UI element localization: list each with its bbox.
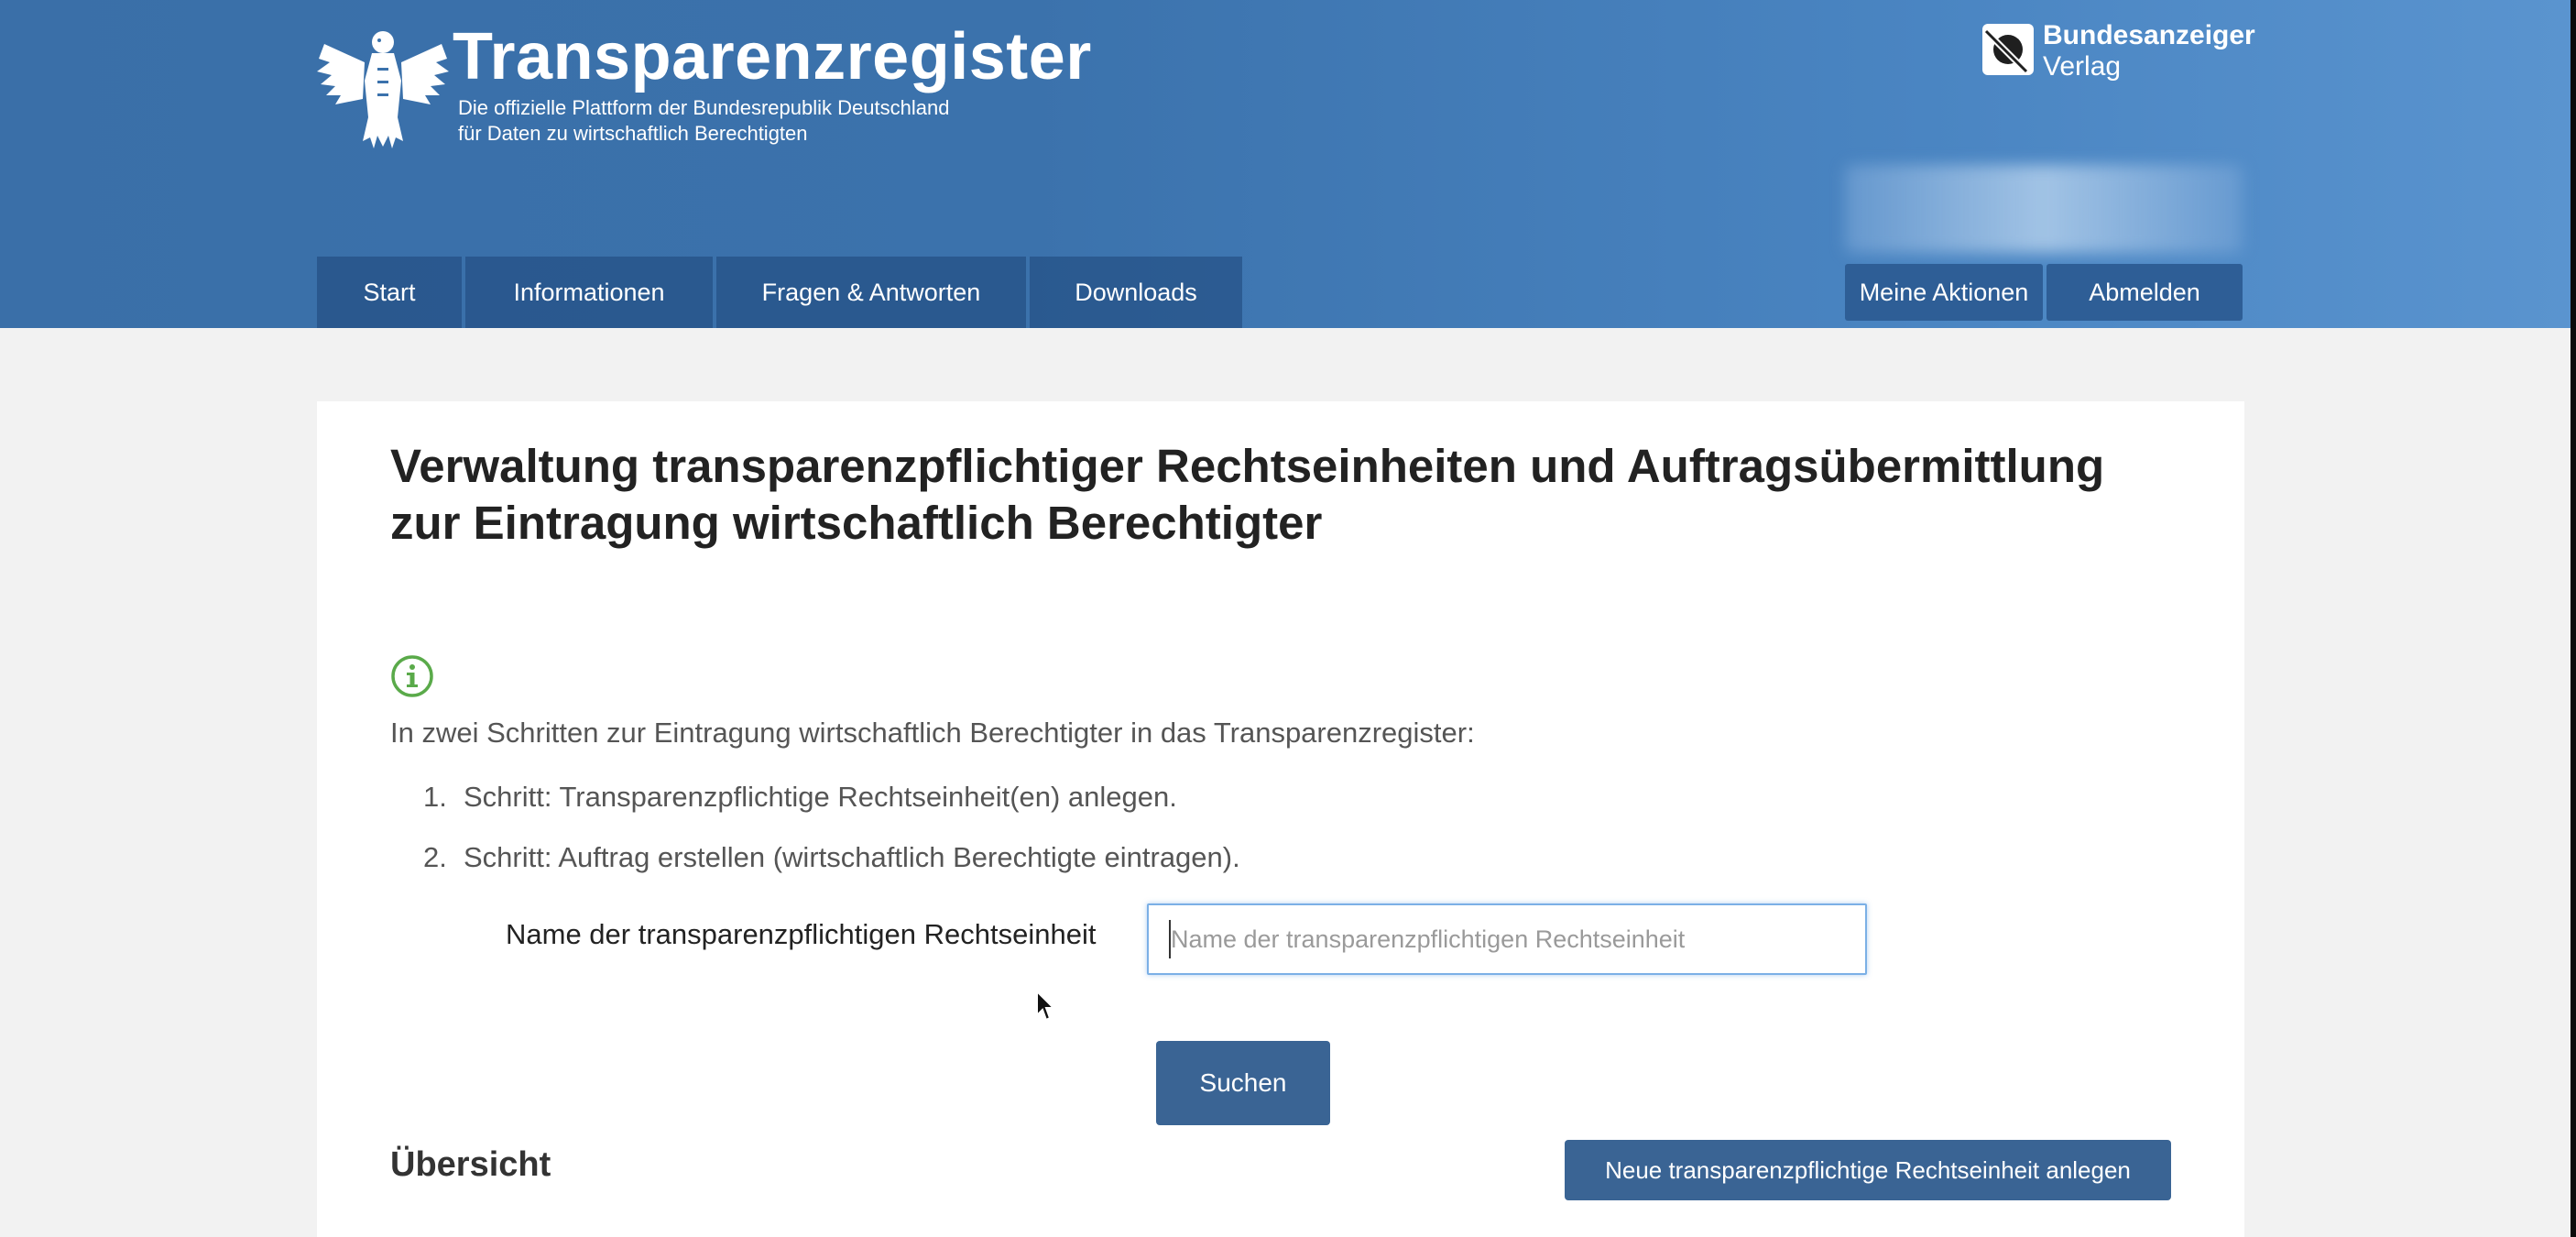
entity-name-input[interactable] [1147, 903, 1867, 975]
nav-start[interactable]: Start [317, 257, 462, 328]
step-text: Schritt: Transparenzpflichtige Rechtsein… [464, 781, 1177, 813]
browser-viewport: Transparenzregister Die offizielle Platt… [0, 0, 2571, 1237]
bundesanzeiger-logo-icon[interactable] [1981, 22, 2036, 77]
search-button[interactable]: Suchen [1156, 1041, 1330, 1125]
list-item: 2. Schritt: Auftrag erstellen (wirtschaft… [423, 839, 1240, 900]
site-header: Transparenzregister Die offizielle Platt… [0, 0, 2571, 328]
page-title: Verwaltung transparenzpflichtiger Rechts… [390, 440, 2105, 549]
brand-subtitle-line2: für Daten zu wirtschaftlich Berechtigten [458, 122, 808, 145]
list-item: 1. Schritt: Transparenzpflichtige Rechtse… [423, 779, 1240, 839]
window-edge [2571, 0, 2576, 1237]
step-number: 2. [423, 841, 447, 873]
steps-list: 1. Schritt: Transparenzpflichtige Rechtse… [423, 779, 1240, 900]
user-info-redacted [1845, 165, 2243, 253]
brand-subtitle-line1: Die offizielle Plattform der Bundesrepub… [458, 96, 950, 119]
brand-title[interactable]: Transparenzregister [453, 20, 1092, 93]
publisher-name: Bundesanzeiger Verlag [2043, 20, 2255, 82]
logout-button[interactable]: Abmelden [2047, 264, 2243, 321]
intro-text: In zwei Schritten zur Eintragung wirtsch… [390, 717, 1475, 749]
mouse-pointer-icon [1036, 990, 1056, 1022]
step-number: 1. [423, 781, 447, 813]
publisher-line1: Bundesanzeiger [2043, 20, 2255, 50]
info-icon [391, 655, 433, 697]
publisher-line2: Verlag [2043, 51, 2122, 82]
content-card: Verwaltung transparenzpflichtiger Rechts… [317, 401, 2244, 1237]
nav-fragen-antworten[interactable]: Fragen & Antworten [716, 257, 1026, 328]
federal-eagle-logo [317, 31, 449, 148]
brand-subtitle: Die offizielle Plattform der Bundesrepub… [458, 95, 949, 147]
step-text: Schritt: Auftrag erstellen (wirtschaftli… [464, 841, 1240, 873]
nav-informationen[interactable]: Informationen [465, 257, 713, 328]
text-caret [1169, 920, 1171, 958]
entity-name-label: Name der transparenzpflichtigen Rechtsei… [506, 918, 1097, 950]
new-entity-button[interactable]: Neue transparenzpflichtige Rechtseinheit… [1565, 1140, 2171, 1200]
my-actions-button[interactable]: Meine Aktionen [1845, 264, 2043, 321]
overview-title: Übersicht [390, 1145, 551, 1184]
nav-downloads[interactable]: Downloads [1030, 257, 1242, 328]
